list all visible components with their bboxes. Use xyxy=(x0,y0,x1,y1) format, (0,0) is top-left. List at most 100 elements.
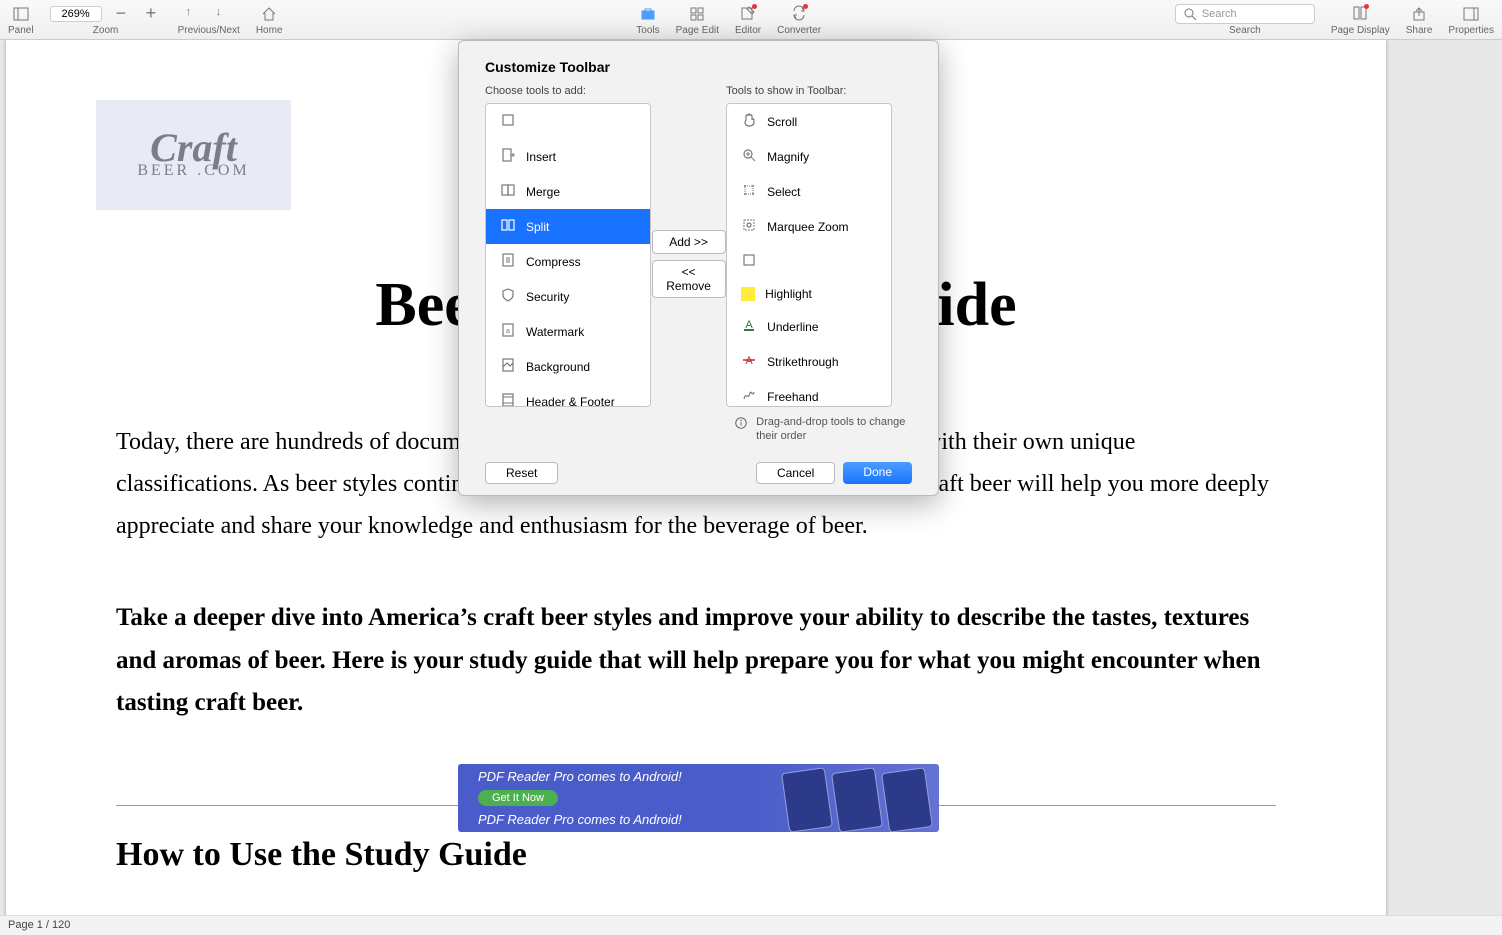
home-label: Home xyxy=(256,25,283,36)
headerfooter-icon xyxy=(500,392,516,407)
search-icon xyxy=(1182,6,1198,22)
list-item-background[interactable]: Background xyxy=(486,349,650,384)
pagedisplay-label: Page Display xyxy=(1331,25,1390,36)
list-item-label: Scroll xyxy=(767,115,797,129)
dialog-title: Customize Toolbar xyxy=(459,41,938,85)
properties-label: Properties xyxy=(1448,25,1494,36)
background-icon xyxy=(500,357,516,376)
zoom-out-icon[interactable]: − xyxy=(116,6,132,22)
list-item-label: Strikethrough xyxy=(767,355,838,369)
insert-icon xyxy=(500,147,516,166)
split-icon xyxy=(500,217,516,236)
banner-cta[interactable]: Get It Now xyxy=(478,790,558,806)
zoom-in-icon[interactable]: + xyxy=(146,6,162,22)
list-item-strikethrough[interactable]: A Strikethrough xyxy=(727,344,891,379)
home-group[interactable]: Home xyxy=(248,5,291,39)
right-list-label: Tools to show in Toolbar: xyxy=(726,85,912,97)
list-item-select[interactable]: Select xyxy=(727,174,891,209)
list-item-split[interactable]: Split xyxy=(486,209,650,244)
page-indicator: Page 1 / 120 xyxy=(8,919,70,931)
reset-button[interactable]: Reset xyxy=(485,462,558,484)
toolbar-tools-list[interactable]: Scroll Magnify Select Marquee Zoom Highlight… xyxy=(726,103,892,407)
banner-devices xyxy=(785,770,929,830)
editor-label: Editor xyxy=(735,25,761,36)
blank-icon xyxy=(741,252,757,271)
list-item-scroll[interactable]: Scroll xyxy=(727,104,891,139)
zoom-input[interactable] xyxy=(50,6,102,22)
prev-icon[interactable]: ↑ xyxy=(186,6,202,22)
properties-group[interactable]: Properties xyxy=(1440,5,1502,39)
logo: Craft BEER .COM xyxy=(96,100,291,210)
dialog-tip-text: Drag-and-drop tools to change their orde… xyxy=(756,415,912,444)
done-button[interactable]: Done xyxy=(843,462,912,484)
list-item-marquee-zoom[interactable]: Marquee Zoom xyxy=(727,209,891,244)
list-item-label: Highlight xyxy=(765,287,812,301)
share-icon xyxy=(1411,6,1427,22)
list-item-compress[interactable]: Compress xyxy=(486,244,650,279)
converter-label: Converter xyxy=(777,25,821,36)
list-item-label: Background xyxy=(526,360,590,374)
magnify-icon xyxy=(741,147,757,166)
remove-button[interactable]: << Remove xyxy=(652,260,726,298)
list-item-label: Freehand xyxy=(767,390,818,404)
banner-text-1: PDF Reader Pro comes to Android! xyxy=(478,769,682,784)
prevnext-group: ↑ ↓ Previous/Next xyxy=(170,5,248,39)
add-button[interactable]: Add >> xyxy=(652,230,726,254)
dialog-tip: Drag-and-drop tools to change their orde… xyxy=(734,415,912,444)
pageedit-group[interactable]: Page Edit xyxy=(668,5,727,39)
list-item-blank[interactable] xyxy=(727,244,891,279)
list-item-underline[interactable]: A Underline xyxy=(727,309,891,344)
cancel-button[interactable]: Cancel xyxy=(756,462,835,484)
editor-group[interactable]: Editor xyxy=(727,5,769,39)
list-item-label: Underline xyxy=(767,320,818,334)
svg-text:a: a xyxy=(506,328,510,335)
list-item-insert[interactable]: Insert xyxy=(486,139,650,174)
search-input[interactable]: Search xyxy=(1175,4,1315,24)
blank-icon xyxy=(500,112,516,131)
list-item-label: Insert xyxy=(526,150,556,164)
converter-group[interactable]: Converter xyxy=(769,5,829,39)
converter-badge xyxy=(803,4,808,9)
svg-text:A: A xyxy=(745,355,753,367)
list-item-label: Marquee Zoom xyxy=(767,220,848,234)
list-item-label: Select xyxy=(767,185,800,199)
panel-label: Panel xyxy=(8,25,34,36)
list-item-header-footer[interactable]: Header & Footer xyxy=(486,384,650,407)
compress-icon xyxy=(500,252,516,271)
next-icon[interactable]: ↓ xyxy=(216,6,232,22)
list-item-highlight[interactable]: Highlight xyxy=(727,279,891,309)
panel-group[interactable]: Panel xyxy=(0,5,42,39)
panel-icon xyxy=(13,6,29,22)
main-toolbar: Panel − + Zoom ↑ ↓ Previous/Next Home To… xyxy=(0,0,1502,40)
list-item-security[interactable]: Security xyxy=(486,279,650,314)
pageedit-icon xyxy=(689,6,705,22)
list-item-watermark[interactable]: aWatermark xyxy=(486,314,650,349)
search-label: Search xyxy=(1229,25,1261,36)
logo-script: Craft xyxy=(150,130,237,166)
share-label: Share xyxy=(1406,25,1433,36)
list-item-label: Header & Footer xyxy=(526,395,615,408)
pagedisplay-group[interactable]: Page Display xyxy=(1323,5,1398,39)
banner-text-2: PDF Reader Pro comes to Android! xyxy=(478,812,682,827)
list-item-label: Compress xyxy=(526,255,581,269)
info-icon xyxy=(734,416,748,430)
tools-icon xyxy=(640,6,656,22)
underline-icon: A xyxy=(741,317,757,336)
share-group[interactable]: Share xyxy=(1398,5,1441,39)
customize-toolbar-dialog: Customize Toolbar Choose tools to add: I… xyxy=(458,40,939,496)
strike-icon: A xyxy=(741,352,757,371)
zoom-group: − + Zoom xyxy=(42,5,170,39)
highlight-icon xyxy=(741,287,755,301)
editor-badge xyxy=(752,4,757,9)
list-item-freehand[interactable]: Freehand xyxy=(727,379,891,407)
available-tools-list[interactable]: Insert MergeSplit Compress SecurityaWaterma… xyxy=(485,103,651,407)
promo-banner[interactable]: PDF Reader Pro comes to Android! Get It … xyxy=(458,764,939,832)
logo-sub: BEER .COM xyxy=(137,162,249,180)
left-list-label: Choose tools to add: xyxy=(485,85,651,97)
tools-group[interactable]: Tools xyxy=(628,5,667,39)
list-item-blank[interactable] xyxy=(486,104,650,139)
shield-icon xyxy=(500,287,516,306)
pagedisplay-badge xyxy=(1364,4,1369,9)
list-item-merge[interactable]: Merge xyxy=(486,174,650,209)
list-item-magnify[interactable]: Magnify xyxy=(727,139,891,174)
